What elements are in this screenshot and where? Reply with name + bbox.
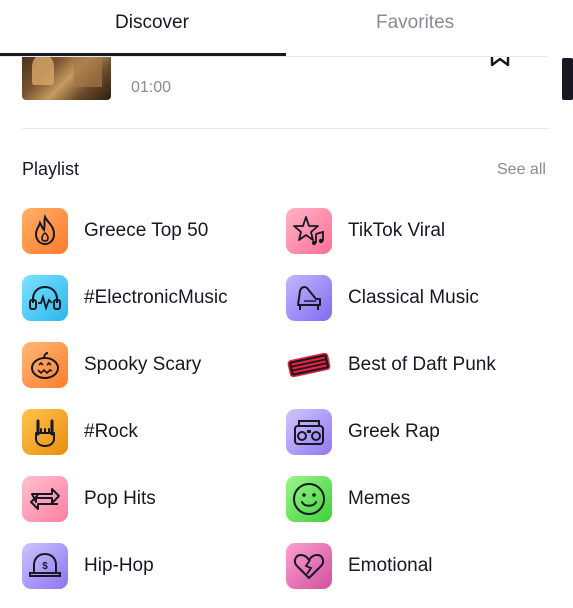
section-title: Playlist xyxy=(22,159,80,179)
playlist-item[interactable]: $ Hip-Hop xyxy=(22,543,272,589)
track-duration: 01:00 xyxy=(131,79,172,96)
playlist-label: Hip-Hop xyxy=(84,555,154,576)
scrollbar[interactable] xyxy=(562,58,573,100)
playlist-label: Greek Rap xyxy=(348,421,440,442)
playlist-label: Emotional xyxy=(348,555,433,576)
playlist-label: Classical Music xyxy=(348,287,479,308)
playlist-item[interactable]: Greece Top 50 xyxy=(22,208,272,254)
piano-icon xyxy=(286,275,332,321)
playlist-label: Spooky Scary xyxy=(84,354,202,375)
playlist-label: #Rock xyxy=(84,421,138,442)
tab-favorites[interactable]: Favorites xyxy=(376,12,454,34)
playlist-item[interactable]: TikTok Viral xyxy=(286,208,536,254)
bookmark-icon[interactable] xyxy=(489,57,511,67)
smiley-icon xyxy=(286,476,332,522)
cap-icon: $ xyxy=(22,543,68,589)
playlist-label: Best of Daft Punk xyxy=(348,354,496,375)
svg-text:$: $ xyxy=(42,561,48,572)
playlist-label: #ElectronicMusic xyxy=(84,287,228,308)
pumpkin-icon xyxy=(22,342,68,388)
playlist-label: Greece Top 50 xyxy=(84,220,209,241)
thumbnail-figure xyxy=(32,57,54,85)
playlist-item[interactable]: #Rock xyxy=(22,409,272,455)
headphones-icon xyxy=(22,275,68,321)
divider xyxy=(22,128,550,129)
track-row[interactable]: 01:00 xyxy=(0,57,560,129)
playlist-label: Pop Hits xyxy=(84,488,156,509)
playlist-label: TikTok Viral xyxy=(348,220,446,241)
tab-bar: Discover Favorites xyxy=(0,0,573,56)
playlist-item[interactable]: Classical Music xyxy=(286,275,536,321)
playlist-item[interactable]: Spooky Scary xyxy=(22,342,272,388)
star-music-icon xyxy=(286,208,332,254)
playlist-item[interactable]: #ElectronicMusic xyxy=(22,275,272,321)
see-all-link[interactable]: See all xyxy=(497,161,546,179)
rock-hand-icon xyxy=(22,409,68,455)
daft-punk-logo-icon xyxy=(286,342,332,388)
boombox-icon xyxy=(286,409,332,455)
arrows-icon xyxy=(22,476,68,522)
broken-heart-icon xyxy=(286,543,332,589)
playlist-item[interactable]: Best of Daft Punk xyxy=(286,342,536,388)
playlist-item[interactable]: Emotional xyxy=(286,543,536,589)
track-thumbnail[interactable] xyxy=(22,57,111,100)
flame-icon xyxy=(22,208,68,254)
playlist-item[interactable]: Greek Rap xyxy=(286,409,536,455)
tab-discover[interactable]: Discover xyxy=(115,12,189,34)
playlist-label: Memes xyxy=(348,488,411,509)
playlist-item[interactable]: Pop Hits xyxy=(22,476,272,522)
playlist-item[interactable]: Memes xyxy=(286,476,536,522)
thumbnail-figure xyxy=(74,57,102,87)
